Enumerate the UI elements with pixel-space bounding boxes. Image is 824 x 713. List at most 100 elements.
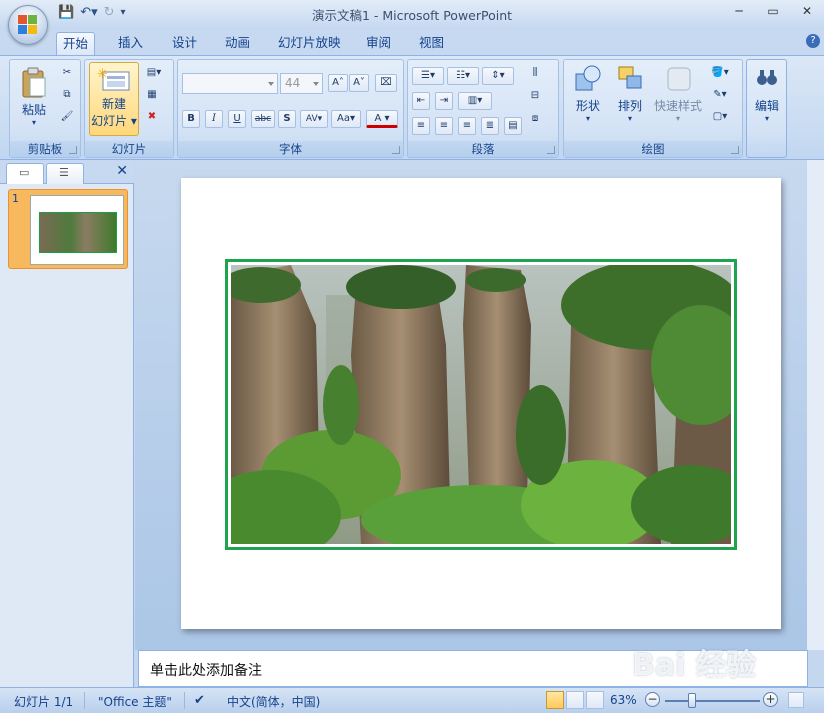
minimize-icon[interactable]: ─ [732,4,746,18]
tab-slideshow[interactable]: 幻灯片放映 [272,32,347,55]
close-icon[interactable]: ✕ [800,4,814,18]
new-slide-icon: ✳ [97,67,130,91]
tab-slides-view[interactable]: ▭ [6,163,44,184]
drawing-launcher-icon[interactable] [731,146,739,154]
quick-styles-dropdown-icon: ▾ [675,114,680,123]
align-right-button[interactable]: ≡ [458,117,476,135]
shrink-font-button[interactable]: A˅ [349,74,369,92]
copy-icon[interactable]: ⧉ [58,87,76,105]
shape-outline-icon[interactable]: ✎▾ [706,87,734,105]
zoom-slider-handle[interactable] [688,693,696,708]
align-left-button[interactable]: ≡ [412,117,430,135]
slides-panel: ▭ ☰ ✕ 1 [0,160,134,687]
line-spacing-button[interactable]: ⇕▾ [482,67,514,85]
slides-group: ✳ 新建 幻灯片 ▾ ▤▾ ▦ ✖ 幻灯片 [84,59,174,158]
slide-thumbnail-number: 1 [12,192,19,205]
clipboard-launcher-icon[interactable] [69,146,77,154]
landscape-photo [231,265,731,544]
drawing-group: 形状 ▾ 排列 ▾ 快速样式 ▾ 🪣▾ ✎▾ ▢▾ 绘图 [563,59,743,158]
strikethrough-button[interactable]: abc [251,110,275,128]
arrange-button[interactable]: 排列 ▾ [612,64,648,123]
language-status[interactable]: 中文(简体，中国) [227,693,320,710]
align-center-button[interactable]: ≡ [435,117,453,135]
new-slide-button[interactable]: ✳ 新建 幻灯片 ▾ [89,62,139,136]
tab-view[interactable]: 视图 [413,32,450,55]
panel-tabs: ▭ ☰ ✕ [0,160,134,184]
zoom-slider-track[interactable] [665,700,760,702]
delete-slide-icon[interactable]: ✖ [143,109,161,127]
font-color-button[interactable]: A ▾ [366,110,398,128]
paragraph-launcher-icon[interactable] [547,146,555,154]
spell-check-icon[interactable]: ✔ [194,693,205,708]
shape-fill-icon[interactable]: 🪣▾ [706,65,734,83]
font-size-combo[interactable]: 44 [280,73,323,94]
shape-effects-icon[interactable]: ▢▾ [706,109,734,127]
slide-canvas[interactable] [181,178,781,629]
increase-indent-button[interactable]: ⇥ [435,92,453,110]
fit-to-window-icon[interactable] [788,692,804,708]
columns-button[interactable]: ▥▾ [458,92,492,110]
tab-animations[interactable]: 动画 [219,32,256,55]
window-controls: ─ ▭ ✕ [732,4,814,18]
cut-icon[interactable]: ✂ [58,65,76,83]
binoculars-icon [757,70,777,85]
tab-home[interactable]: 开始 [56,32,96,55]
ribbon-tabs: 开始 插入 设计 动画 幻灯片放映 审阅 视图 ? [0,28,824,55]
smartart-icon[interactable]: ⧈ [526,111,544,129]
slide-thumbnail[interactable]: 1 [8,189,128,269]
window-title: 演示文稿1 - Microsoft PowerPoint [311,8,513,23]
italic-button[interactable]: I [205,110,223,128]
office-button[interactable] [8,5,48,45]
maximize-icon[interactable]: ▭ [766,4,780,18]
align-text-icon[interactable]: ⊟ [526,88,544,106]
distributed-button[interactable]: ▤ [504,117,522,135]
editing-button[interactable]: 编辑 ▾ [749,64,785,123]
shapes-button[interactable]: 形状 ▾ [570,64,606,123]
change-case-button[interactable]: Aa▾ [331,110,361,128]
shadow-button[interactable]: S [278,110,296,128]
char-spacing-button[interactable]: AV▾ [300,110,328,128]
zoom-in-icon[interactable]: + [763,692,778,707]
bullets-button[interactable]: ☰▾ [412,67,444,85]
clear-formatting-button[interactable]: ⌧ [375,74,397,92]
vertical-scrollbar[interactable] [807,160,824,650]
text-direction-icon[interactable]: ⫼ [526,65,544,83]
close-panel-icon[interactable]: ✕ [116,163,128,179]
quick-styles-button[interactable]: 快速样式 ▾ [652,64,704,123]
editing-group: 编辑 ▾ [746,59,787,158]
slide-thumbnail-page [30,195,124,265]
paragraph-group: ☰▾ ☷▾ ⇕▾ ⫼ ⇤ ⇥ ▥▾ ⊟ ≡ ≡ ≡ ≣ ▤ ⧈ 段落 [407,59,559,158]
font-launcher-icon[interactable] [392,146,400,154]
theme-name[interactable]: "Office 主题" [98,693,172,710]
slide-sorter-view-button[interactable] [566,691,584,709]
clipboard-group: 粘贴 ▾ ✂ ⧉ 🖌 剪贴板 [9,59,81,158]
font-name-combo[interactable] [182,73,278,94]
paste-button[interactable]: 粘贴 ▾ [16,64,52,138]
grow-font-button[interactable]: A˄ [328,74,348,92]
zoom-level[interactable]: 63% [610,693,637,707]
slide-picture[interactable] [225,259,737,550]
normal-view-button[interactable] [546,691,564,709]
tab-review[interactable]: 审阅 [360,32,397,55]
svg-text:✳: ✳ [97,67,108,82]
underline-button[interactable]: U [228,110,246,128]
layout-icon[interactable]: ▤▾ [143,65,165,83]
ribbon: 粘贴 ▾ ✂ ⧉ 🖌 剪贴板 ✳ 新建 幻灯片 ▾ ▤▾ ▦ ✖ 幻灯片 44 [0,55,824,160]
new-slide-label-2: 幻灯片 ▾ [91,114,137,128]
tab-insert[interactable]: 插入 [112,32,149,55]
format-painter-icon[interactable]: 🖌 [58,109,76,127]
paste-label: 粘贴 [21,103,46,117]
numbering-button[interactable]: ☷▾ [447,67,479,85]
arrange-label: 排列 [617,99,642,113]
decrease-indent-button[interactable]: ⇤ [412,92,430,110]
slide-counter: 幻灯片 1/1 [14,695,74,709]
reset-icon[interactable]: ▦ [143,87,161,105]
justify-button[interactable]: ≣ [481,117,499,135]
help-icon[interactable]: ? [806,34,820,48]
slideshow-view-button[interactable] [586,691,604,709]
tab-design[interactable]: 设计 [166,32,203,55]
zoom-out-icon[interactable]: − [645,692,660,707]
tab-outline-view[interactable]: ☰ [46,163,84,184]
bold-button[interactable]: B [182,110,200,128]
shapes-label: 形状 [575,99,600,113]
